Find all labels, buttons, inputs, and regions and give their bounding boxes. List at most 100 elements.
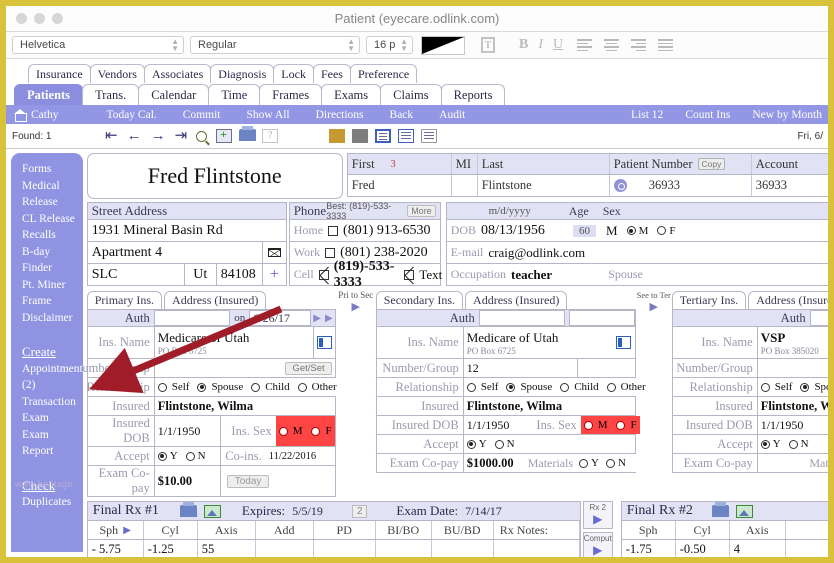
primary-ins-card-button[interactable] [312, 327, 335, 358]
tab-tertiary-address-insured[interactable]: Address (Insured) [748, 291, 828, 309]
street-address-1[interactable]: 1931 Mineral Basin Rd [86, 220, 287, 242]
tertiary-accept-y-radio[interactable] [760, 439, 770, 449]
align-center-icon[interactable] [604, 37, 620, 53]
state-value[interactable]: Ut [184, 264, 217, 286]
secondary-materials-options[interactable]: Y N [576, 454, 639, 472]
font-style-select[interactable]: Regular ▲ ▼ [190, 36, 360, 54]
copy-button[interactable]: Copy [697, 158, 726, 170]
sec-to-ter-arrow-icon[interactable]: ▶ [636, 300, 672, 313]
primary-ins-sex-f-radio[interactable] [311, 426, 321, 436]
dob-row[interactable]: DOB 08/13/1956 60 M M F 2106-3 [445, 220, 828, 242]
add-address-button[interactable]: + [262, 264, 287, 286]
search-icon[interactable] [196, 130, 208, 142]
primary-insured-dob-value[interactable]: 1/1/1950 [153, 416, 220, 446]
cell-phone-checkbox[interactable] [318, 269, 329, 280]
tab-calendar[interactable]: Calendar [138, 84, 210, 105]
nav-new-by-month[interactable]: New by Month [752, 109, 822, 121]
rx1-val-notes[interactable] [494, 540, 580, 557]
tab-diagnosis[interactable]: Diagnosis [210, 64, 275, 83]
tab-frames[interactable]: Frames [259, 84, 323, 105]
secondary-ins-name-value[interactable]: Medicare of Utah PO Box 6725 [462, 327, 613, 358]
tertiary-ins-name-value[interactable]: VSP PO Box 385020 [756, 327, 828, 358]
rx1-image-icon[interactable] [203, 504, 221, 518]
nav-audit[interactable]: Audit [439, 109, 465, 121]
tab-vendors[interactable]: Vendors [89, 64, 145, 83]
primary-number-group-value[interactable]: Get/Set [153, 359, 335, 377]
previous-record-icon[interactable]: ← [127, 128, 142, 144]
new-record-icon[interactable] [216, 127, 233, 143]
mi-value[interactable] [452, 175, 478, 196]
primary-rel-other-radio[interactable] [297, 382, 307, 392]
primary-ins-sex-m-radio[interactable] [278, 426, 288, 436]
tab-lock[interactable]: Lock [273, 64, 314, 83]
secondary-ins-sex-f-radio[interactable] [616, 420, 626, 430]
sidebar-item-exam-report[interactable]: Exam Report [22, 427, 83, 460]
secondary-number-group-value[interactable]: 12 [462, 359, 577, 377]
secondary-group-extra[interactable] [576, 359, 635, 377]
tab-insurance[interactable]: Insurance [28, 64, 91, 83]
nav-home[interactable]: Cathy [14, 109, 58, 122]
primary-rel-child-radio[interactable] [251, 382, 261, 392]
primary-next-icon[interactable]: ▶ [311, 313, 323, 324]
secondary-rel-self-radio[interactable] [466, 382, 476, 392]
secondary-ins-sex-m-radio[interactable] [583, 420, 593, 430]
secondary-accept-y-radio[interactable] [466, 439, 476, 449]
font-size-select[interactable]: 16 pt ▲▼ [366, 36, 413, 54]
rx1-val-bubd[interactable] [432, 540, 494, 557]
nav-directions[interactable]: Directions [316, 109, 364, 121]
primary-last-icon[interactable]: ▶ [323, 313, 335, 324]
city-value[interactable]: SLC [86, 264, 185, 286]
zip-value[interactable]: 84108 [216, 264, 263, 286]
secondary-accept-n-radio[interactable] [494, 439, 504, 449]
primary-ins-sex-options[interactable]: M F [275, 416, 335, 446]
email-row[interactable]: E-mail craig@odlink.com Pass [445, 242, 828, 264]
primary-coins-value[interactable]: 11/22/2016 [265, 447, 335, 465]
get-set-button[interactable]: Get/Set [285, 361, 332, 375]
rx2-val-sph[interactable]: -1.75 [622, 540, 676, 557]
primary-accept-options[interactable]: Y N [153, 447, 220, 465]
tertiary-accept-n-radio[interactable] [788, 439, 798, 449]
home-phone-checkbox[interactable] [328, 225, 339, 236]
nav-list-12[interactable]: List 12 [631, 109, 663, 121]
sidebar-item-transaction[interactable]: Transaction [22, 394, 83, 411]
tab-trans[interactable]: Trans. [82, 84, 140, 105]
today-button[interactable]: Today [226, 474, 270, 488]
work-phone-checkbox[interactable] [325, 247, 336, 258]
tertiary-insured-value[interactable]: Flintstone, Wilma [756, 397, 828, 415]
pri-to-sec-arrow-icon[interactable]: ▶ [336, 300, 376, 313]
tertiary-number-group-value[interactable] [756, 359, 828, 377]
secondary-relationship-options[interactable]: Self Spouse Child Other [462, 378, 649, 396]
tertiary-auth-input[interactable] [809, 310, 828, 326]
tertiary-accept-options[interactable]: Y N [756, 435, 828, 453]
form-view-icon[interactable] [375, 129, 392, 143]
font-family-select[interactable]: Helvetica ▲ ▼ [12, 36, 184, 54]
rx2-val-axis[interactable]: 4 [730, 540, 786, 557]
italic-button[interactable]: I [536, 37, 545, 53]
tab-claims[interactable]: Claims [380, 84, 442, 105]
tab-patients[interactable]: Patients [14, 84, 84, 105]
align-right-icon[interactable] [631, 37, 647, 53]
table-view-icon[interactable] [421, 129, 438, 143]
bold-button[interactable]: B [517, 37, 530, 53]
secondary-insured-value[interactable]: Flintstone, Wilma [462, 397, 635, 415]
secondary-auth-input[interactable] [478, 310, 565, 326]
rx1-val-axis[interactable]: 55 [198, 540, 256, 557]
tab-primary-ins[interactable]: Primary Ins. [86, 291, 163, 309]
tab-exams[interactable]: Exams [321, 84, 382, 105]
tab-secondary-ins[interactable]: Secondary Ins. [375, 291, 464, 309]
nav-today-cal[interactable]: Today Cal. [106, 109, 156, 121]
tab-reports[interactable]: Reports [440, 84, 506, 105]
sidebar-item-bday-finder[interactable]: B-day Finder [22, 244, 83, 277]
tab-preference[interactable]: Preference [349, 64, 418, 83]
patient-number-value[interactable]: 36933 [610, 175, 752, 196]
rx2-image-icon[interactable] [735, 504, 753, 518]
nav-count-ins[interactable]: Count Ins [685, 109, 730, 121]
nav-back[interactable]: Back [390, 109, 414, 121]
grey-window-icon[interactable] [352, 129, 369, 143]
phone-row-cell[interactable]: Cell (819)-533-3333 Text [288, 259, 442, 290]
tertiary-insured-dob-value[interactable]: 1/1/1950 [756, 416, 819, 434]
rx1-val-bibo[interactable] [376, 540, 432, 557]
primary-on-date[interactable]: 6/26/17 [249, 310, 312, 326]
align-justify-icon[interactable] [658, 37, 674, 53]
secondary-rel-child-radio[interactable] [560, 382, 570, 392]
